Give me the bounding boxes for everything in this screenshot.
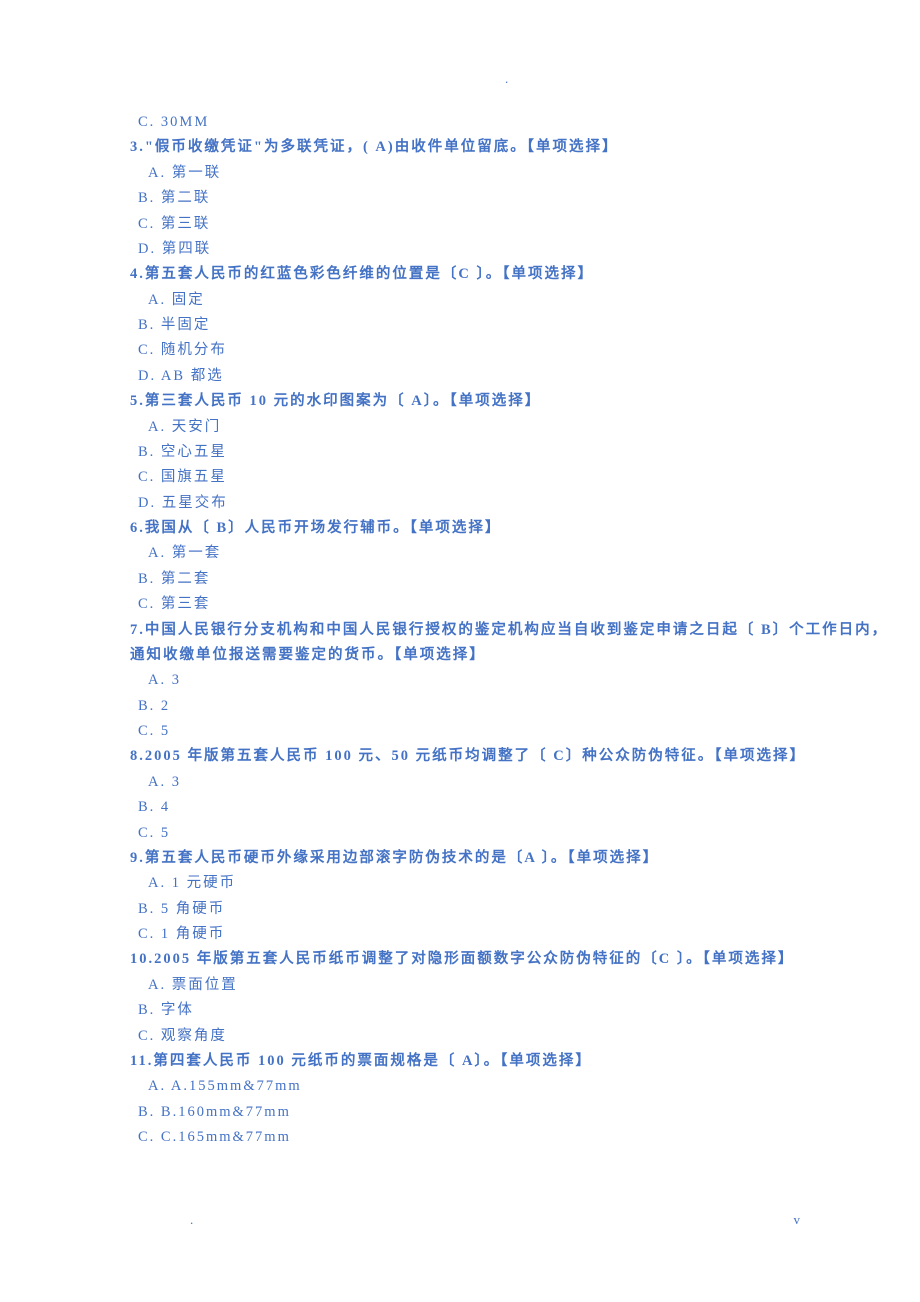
question-option: C. 观察角度 xyxy=(130,1024,800,1049)
question-option: A. 固定 xyxy=(130,288,800,313)
question-option: C. 国旗五星 xyxy=(130,465,800,490)
question-option: C. 第三套 xyxy=(130,592,800,617)
footer-v: v xyxy=(794,1209,801,1232)
question-stem: 6.我国从〔 B〕人民币开场发行辅币。【单项选择】 xyxy=(130,516,800,541)
question-option: A. 票面位置 xyxy=(130,973,800,998)
question-option: B. 第二联 xyxy=(130,186,800,211)
questions-container: 3."假币收缴凭证"为多联凭证，( A)由收件单位留底。【单项选择】A. 第一联… xyxy=(130,135,800,1150)
question-option: C. 5 xyxy=(130,821,800,846)
question-stem: 10.2005 年版第五套人民币纸币调整了对隐形面额数字公众防伪特征的〔C 〕。… xyxy=(130,947,800,972)
question-option: A. 第一联 xyxy=(130,161,800,186)
question-stem: 8.2005 年版第五套人民币 100 元、50 元纸币均调整了〔 C〕种公众防… xyxy=(130,744,800,769)
question-option: B. 5 角硬币 xyxy=(130,897,800,922)
question-option: C. 随机分布 xyxy=(130,338,800,363)
question-option: B. 半固定 xyxy=(130,313,800,338)
question-option: B. 第二套 xyxy=(130,567,800,592)
question-option: C. 第三联 xyxy=(130,212,800,237)
question-option: A. 3 xyxy=(130,668,800,693)
question-option: C. 1 角硬币 xyxy=(130,922,800,947)
question-option: B. 4 xyxy=(130,795,800,820)
question-stem: 11.第四套人民币 100 元纸币的票面规格是〔 A〕。【单项选择】 xyxy=(130,1049,800,1074)
question-option: B. B.160mm&77mm xyxy=(130,1100,800,1125)
question-stem: 7.中国人民银行分支机构和中国人民银行授权的鉴定机构应当自收到鉴定申请之日起〔 … xyxy=(130,618,800,643)
question-option: A. A.155mm&77mm xyxy=(130,1074,800,1099)
header-dot: . xyxy=(505,68,508,91)
question-option: A. 1 元硬币 xyxy=(130,871,800,896)
question-option: B. 空心五星 xyxy=(130,440,800,465)
question-option: D. 第四联 xyxy=(130,237,800,262)
question-stem: 5.第三套人民币 10 元的水印图案为〔 A〕。【单项选择】 xyxy=(130,389,800,414)
question-option: D. 五星交布 xyxy=(130,491,800,516)
question-stem: 9.第五套人民币硬币外缘采用边部滚字防伪技术的是〔A 〕。【单项选择】 xyxy=(130,846,800,871)
question-option: B. 字体 xyxy=(130,998,800,1023)
question-stem-cont: 通知收缴单位报送需要鉴定的货币。【单项选择】 xyxy=(130,643,800,668)
question-stem: 4.第五套人民币的红蓝色彩色纤维的位置是〔C 〕。【单项选择】 xyxy=(130,262,800,287)
question-option: D. AB 都选 xyxy=(130,364,800,389)
question-option: A. 天安门 xyxy=(130,415,800,440)
question-option: C. 5 xyxy=(130,719,800,744)
question-option: C. C.165mm&77mm xyxy=(130,1125,800,1150)
footer-dot: . xyxy=(190,1209,193,1232)
question-option: A. 3 xyxy=(130,770,800,795)
orphan-option: C. 30MM xyxy=(130,110,800,135)
question-option: B. 2 xyxy=(130,694,800,719)
question-option: A. 第一套 xyxy=(130,541,800,566)
question-stem: 3."假币收缴凭证"为多联凭证，( A)由收件单位留底。【单项选择】 xyxy=(130,135,800,160)
